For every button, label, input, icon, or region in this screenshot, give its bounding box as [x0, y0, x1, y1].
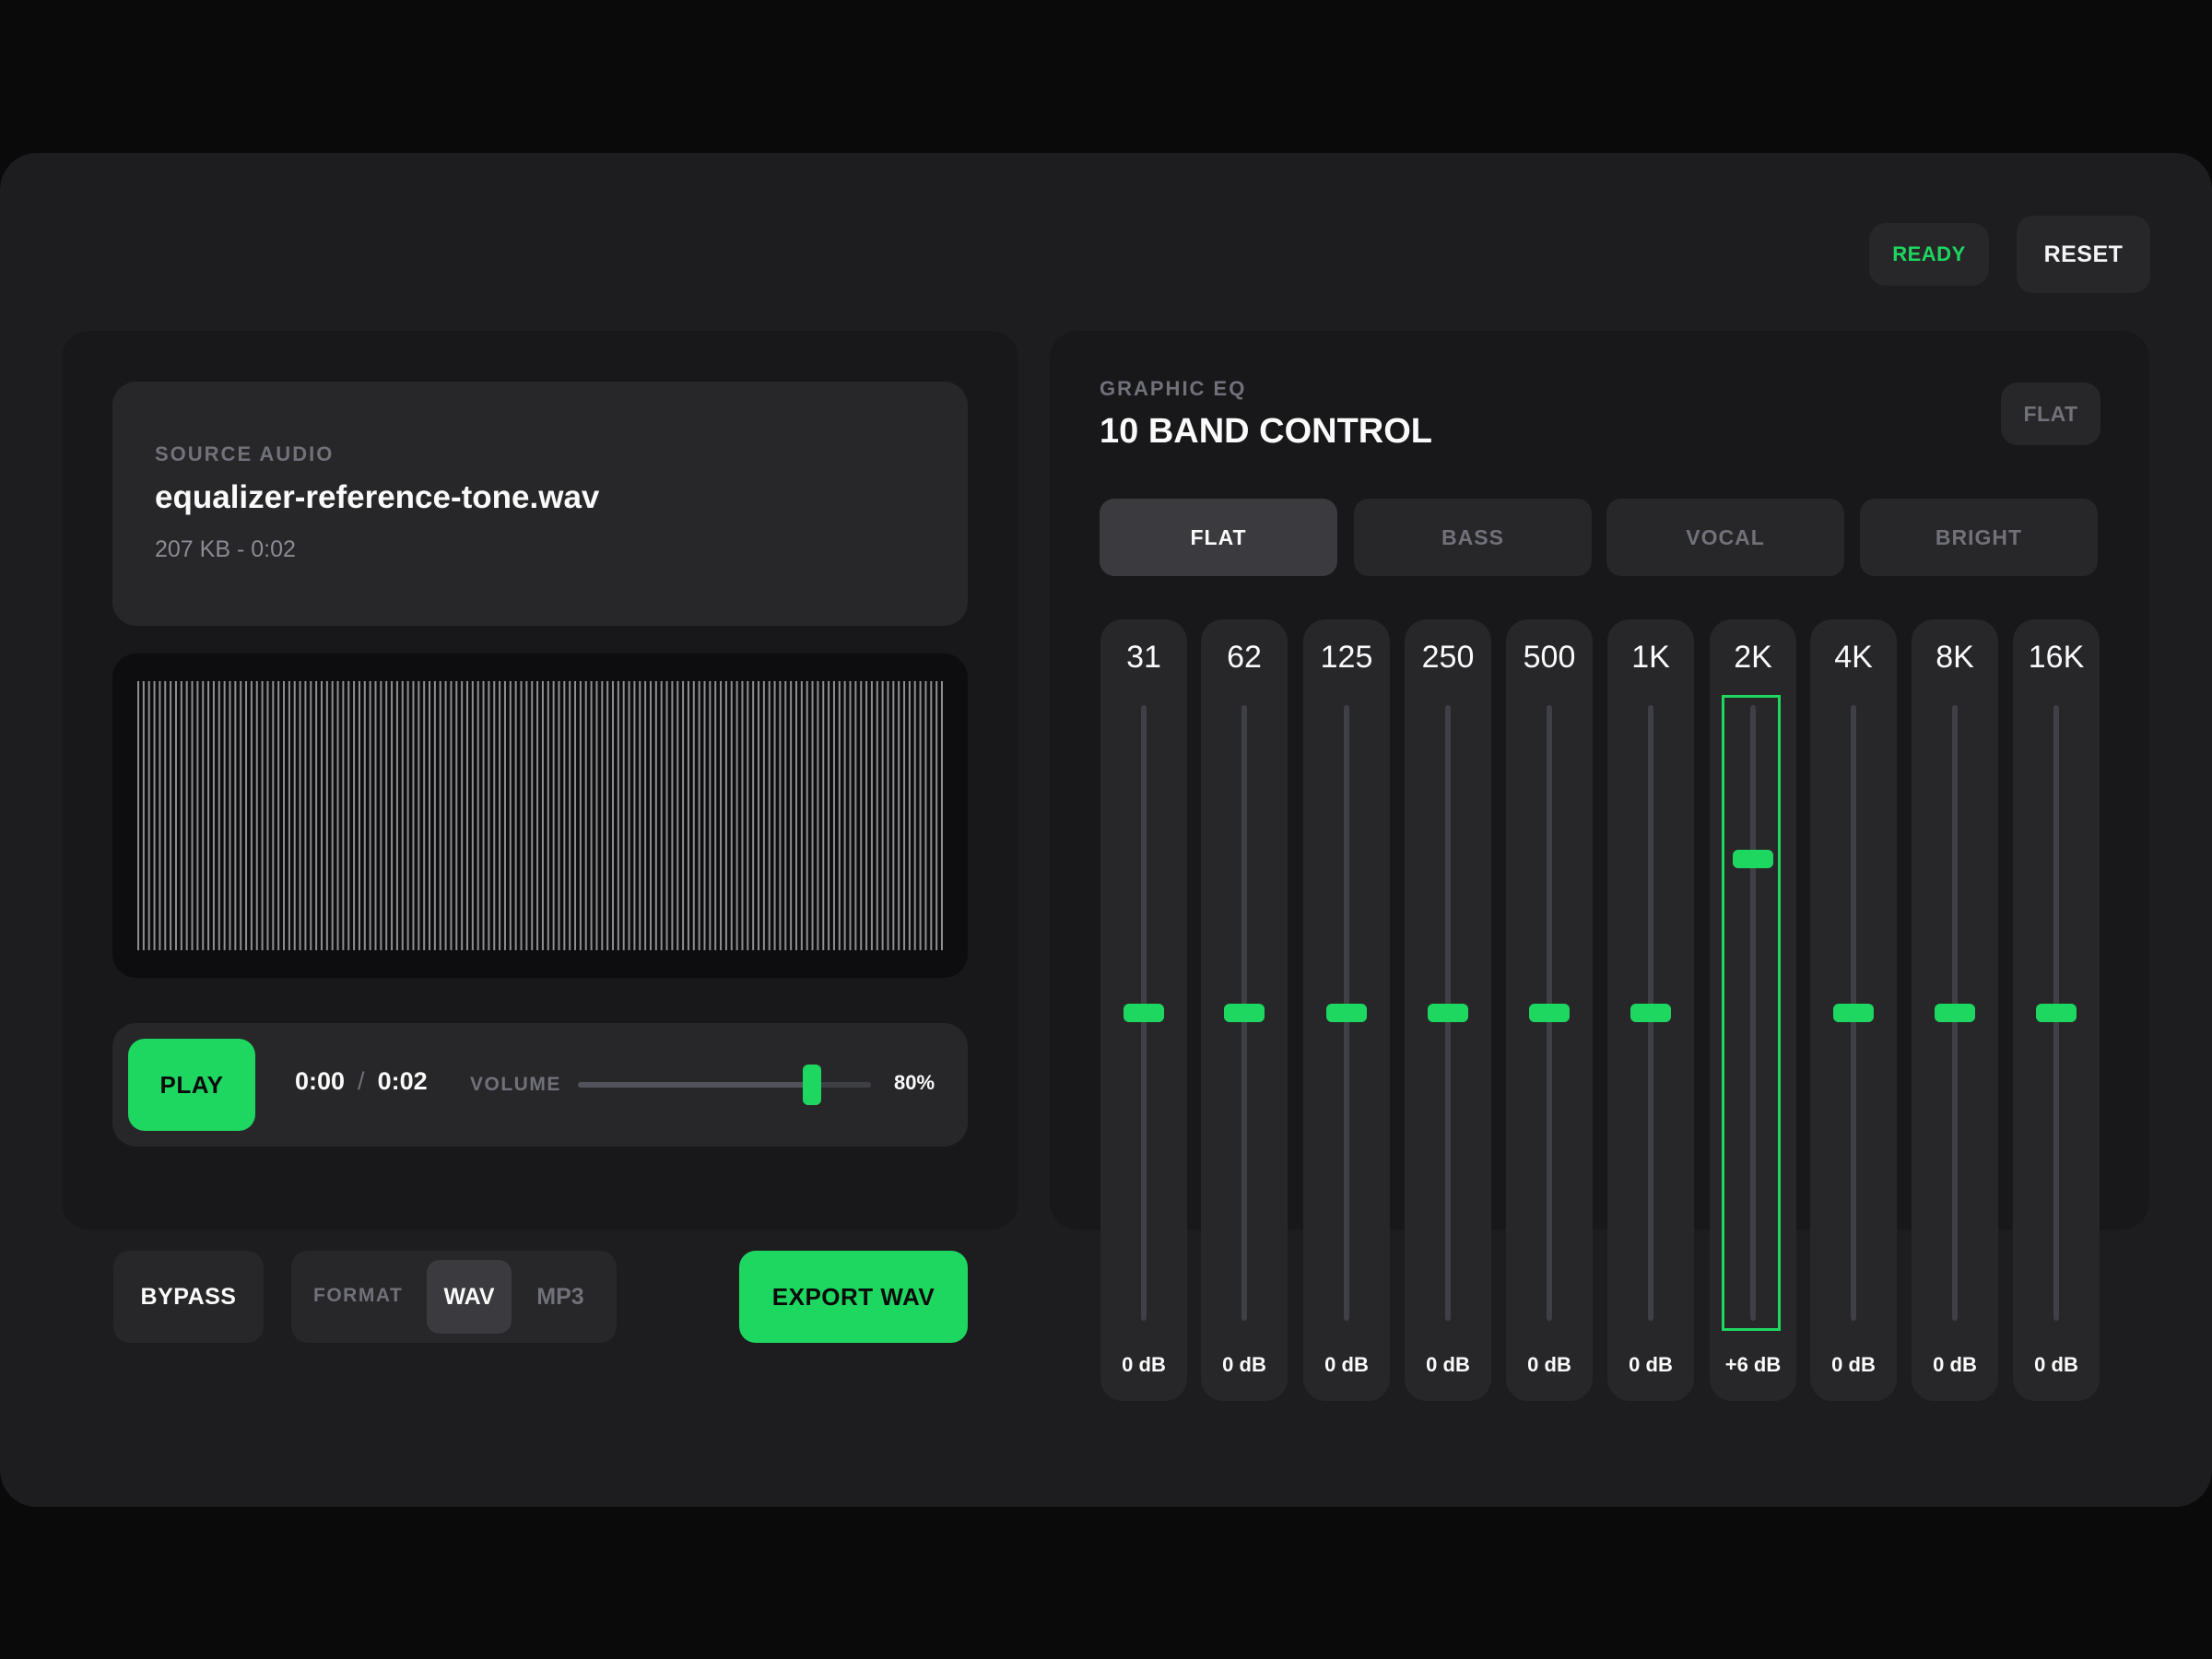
band-frequency-label: 2K — [1734, 640, 1772, 675]
band-gain-value: 0 dB — [1324, 1353, 1369, 1376]
band-gain-value: 0 dB — [1629, 1353, 1673, 1376]
volume-label: VOLUME — [470, 1074, 561, 1095]
band-slider-thumb[interactable] — [1935, 1004, 1975, 1022]
volume-thumb[interactable] — [803, 1065, 822, 1105]
band-gain-value: 0 dB — [1122, 1353, 1166, 1376]
format-mp3-option[interactable]: MP3 — [524, 1260, 597, 1334]
equalizer-app: READY RESET SOURCE AUDIO equalizer-refer… — [0, 153, 2212, 1507]
bypass-button[interactable]: BYPASS — [113, 1251, 264, 1343]
band-frequency-label: 1K — [1631, 640, 1670, 675]
volume-value: 80% — [894, 1071, 935, 1094]
band-frequency-label: 8K — [1936, 640, 1974, 675]
eq-band-250: 250 0 dB — [1405, 619, 1491, 1401]
band-frequency-label: 500 — [1523, 640, 1576, 675]
band-frequency-label: 4K — [1834, 640, 1873, 675]
format-label: FORMAT — [313, 1285, 404, 1306]
preset-flat-button[interactable]: FLAT — [1100, 499, 1337, 576]
status-badge: READY — [1869, 223, 1989, 286]
player-panel: SOURCE AUDIO equalizer-reference-tone.wa… — [62, 331, 1018, 1230]
volume-slider[interactable] — [578, 1065, 871, 1105]
band-gain-value: +6 dB — [1724, 1353, 1782, 1376]
eq-band-4k: 4K 0 dB — [1810, 619, 1897, 1401]
eq-band-2k: 2K +6 dB — [1710, 619, 1796, 1401]
band-slider-thumb[interactable] — [1224, 1004, 1265, 1022]
play-button[interactable]: PLAY — [128, 1039, 255, 1131]
band-frequency-label: 16K — [2028, 640, 2085, 675]
band-gain-value: 0 dB — [2034, 1353, 2078, 1376]
band-slider-thumb[interactable] — [2036, 1004, 2077, 1022]
waveform-graphic — [137, 681, 943, 950]
source-card: SOURCE AUDIO equalizer-reference-tone.wa… — [112, 382, 968, 626]
band-frequency-label: 31 — [1126, 640, 1161, 675]
format-wav-option[interactable]: WAV — [427, 1260, 512, 1334]
band-gain-value: 0 dB — [1527, 1353, 1571, 1376]
preset-badge: FLAT — [2001, 382, 2100, 445]
preset-bright-button[interactable]: BRIGHT — [1860, 499, 2098, 576]
band-gain-value: 0 dB — [1831, 1353, 1876, 1376]
band-slider-thumb[interactable] — [1326, 1004, 1367, 1022]
format-selector: FORMAT WAV MP3 — [291, 1251, 617, 1343]
band-focus-ring — [1722, 695, 1781, 1331]
eq-band-16k: 16K 0 dB — [2013, 619, 2100, 1401]
band-slider-thumb[interactable] — [1833, 1004, 1874, 1022]
eq-band-1k: 1K 0 dB — [1607, 619, 1694, 1401]
duration: 0:02 — [377, 1067, 428, 1095]
band-gain-value: 0 dB — [1426, 1353, 1470, 1376]
eq-band-500: 500 0 dB — [1506, 619, 1593, 1401]
export-button[interactable]: EXPORT WAV — [739, 1251, 968, 1343]
eq-band-62: 62 0 dB — [1201, 619, 1288, 1401]
band-gain-value: 0 dB — [1222, 1353, 1266, 1376]
preset-vocal-button[interactable]: VOCAL — [1606, 499, 1844, 576]
preset-bass-button[interactable]: BASS — [1354, 499, 1592, 576]
time-separator: / — [358, 1067, 365, 1095]
transport-bar: PLAY 0:00 / 0:02 VOLUME 80% — [112, 1023, 968, 1147]
current-time: 0:00 — [295, 1067, 346, 1095]
reset-button[interactable]: RESET — [2017, 216, 2150, 293]
eq-title: 10 BAND CONTROL — [1100, 412, 1433, 451]
band-slider-thumb[interactable] — [1529, 1004, 1570, 1022]
eq-eyebrow: GRAPHIC EQ — [1100, 377, 1247, 400]
eq-band-125: 125 0 dB — [1303, 619, 1390, 1401]
band-frequency-label: 62 — [1227, 640, 1262, 675]
eq-band-31: 31 0 dB — [1100, 619, 1187, 1401]
volume-fill — [578, 1082, 813, 1088]
band-slider-thumb[interactable] — [1124, 1004, 1164, 1022]
file-meta: 207 KB - 0:02 — [155, 536, 296, 562]
band-slider-thumb[interactable] — [1630, 1004, 1671, 1022]
waveform[interactable] — [112, 653, 968, 978]
time-readout: 0:00 / 0:02 — [295, 1067, 428, 1096]
band-gain-value: 0 dB — [1933, 1353, 1977, 1376]
eq-band-8k: 8K 0 dB — [1912, 619, 1998, 1401]
file-name: equalizer-reference-tone.wav — [155, 479, 600, 515]
source-audio-label: SOURCE AUDIO — [155, 442, 335, 465]
band-frequency-label: 250 — [1421, 640, 1475, 675]
band-frequency-label: 125 — [1320, 640, 1373, 675]
band-slider-thumb[interactable] — [1428, 1004, 1468, 1022]
